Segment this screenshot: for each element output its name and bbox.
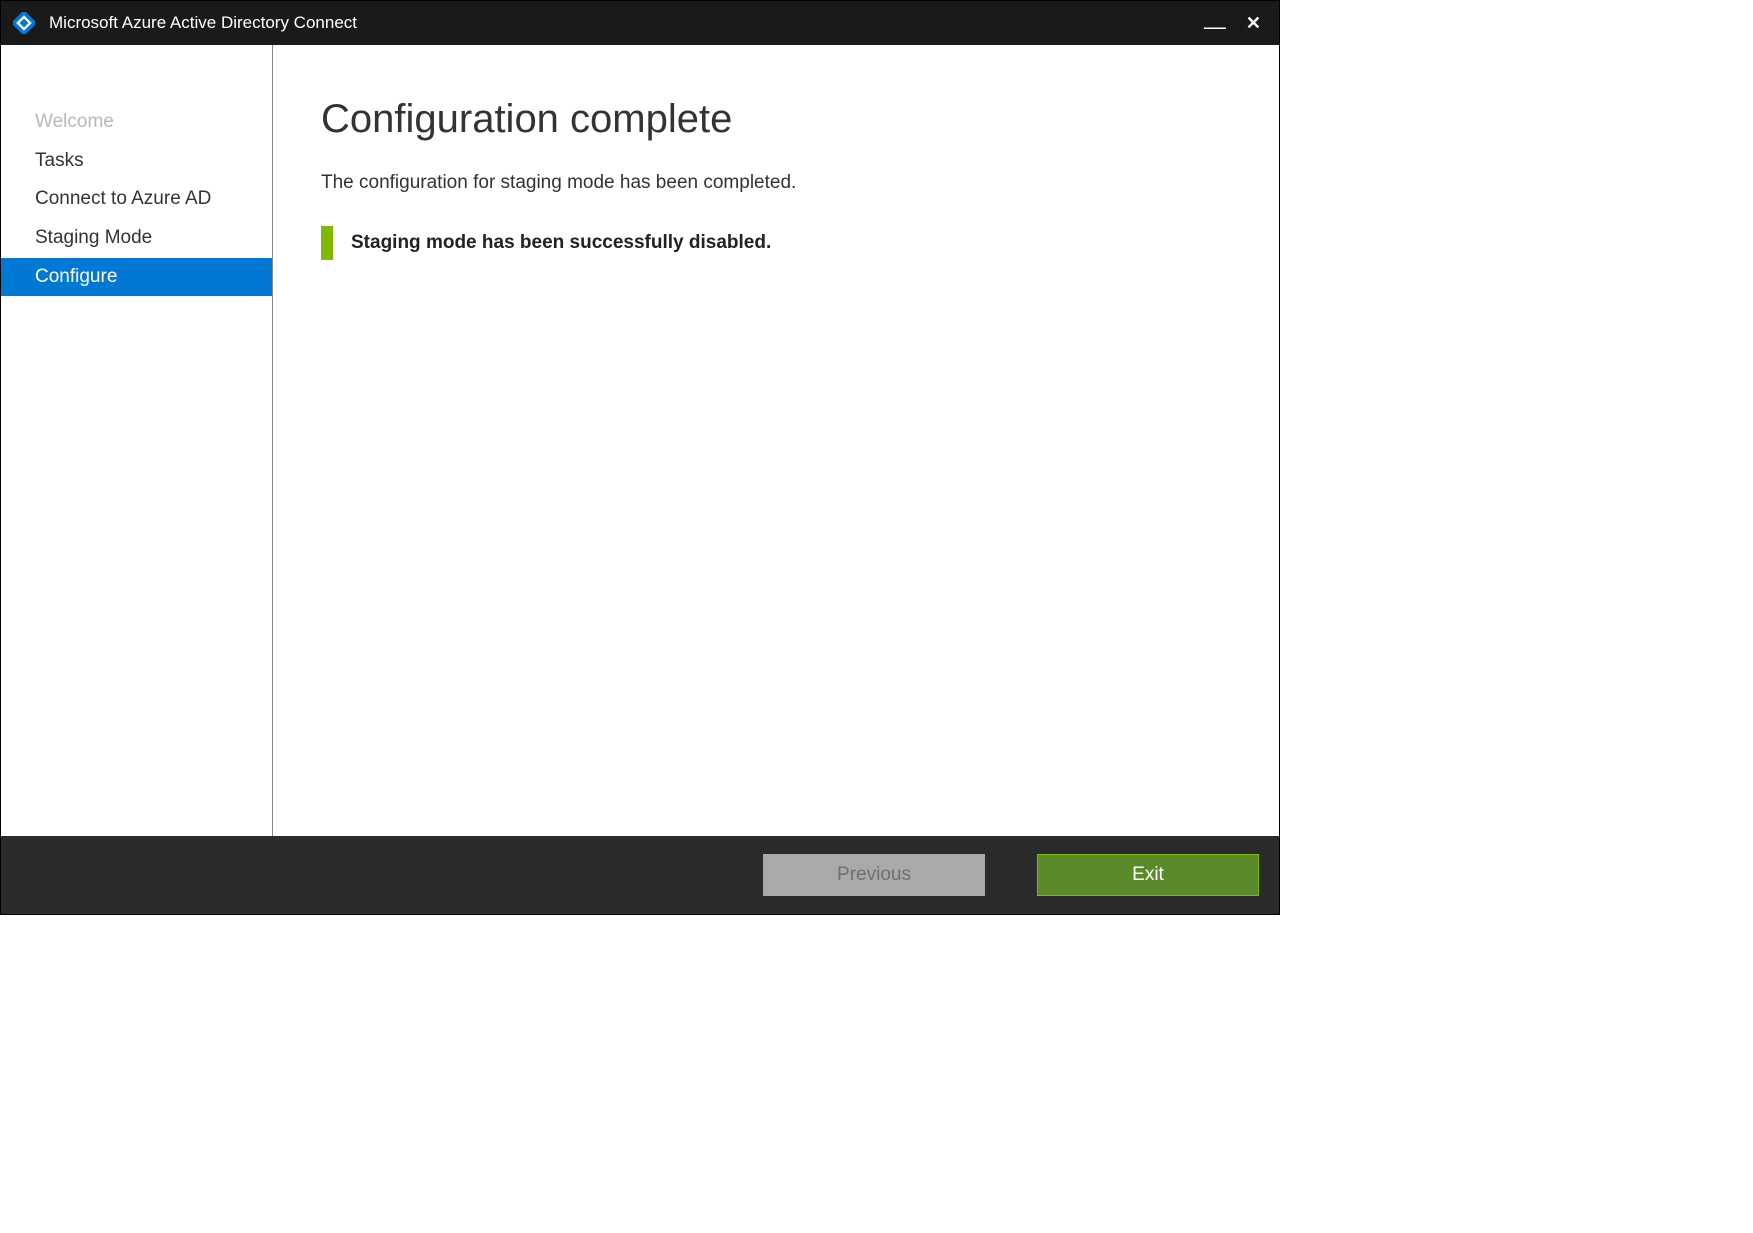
close-button[interactable]: ✕ (1246, 13, 1261, 34)
window-controls: — ✕ (1204, 12, 1269, 34)
sidebar-item-connect-azure-ad[interactable]: Connect to Azure AD (1, 180, 272, 219)
footer: Previous Exit (1, 836, 1279, 914)
azure-ad-connect-icon (13, 12, 35, 34)
status-block: Staging mode has been successfully disab… (321, 226, 1231, 260)
minimize-button[interactable]: — (1204, 16, 1226, 38)
page-subtext: The configuration for staging mode has b… (321, 172, 1231, 194)
status-message: Staging mode has been successfully disab… (333, 226, 771, 260)
page-heading: Configuration complete (321, 97, 1231, 142)
main-content: Configuration complete The configuration… (273, 45, 1279, 836)
titlebar: Microsoft Azure Active Directory Connect… (1, 1, 1279, 45)
exit-button[interactable]: Exit (1037, 854, 1259, 896)
body-area: Welcome Tasks Connect to Azure AD Stagin… (1, 45, 1279, 836)
sidebar-item-configure[interactable]: Configure (1, 258, 272, 297)
sidebar: Welcome Tasks Connect to Azure AD Stagin… (1, 45, 273, 836)
sidebar-item-welcome[interactable]: Welcome (1, 103, 272, 142)
sidebar-item-staging-mode[interactable]: Staging Mode (1, 219, 272, 258)
status-indicator-bar (321, 226, 333, 260)
app-window: Microsoft Azure Active Directory Connect… (0, 0, 1280, 915)
window-title: Microsoft Azure Active Directory Connect (49, 13, 1204, 33)
previous-button: Previous (763, 854, 985, 896)
sidebar-item-tasks[interactable]: Tasks (1, 142, 272, 181)
